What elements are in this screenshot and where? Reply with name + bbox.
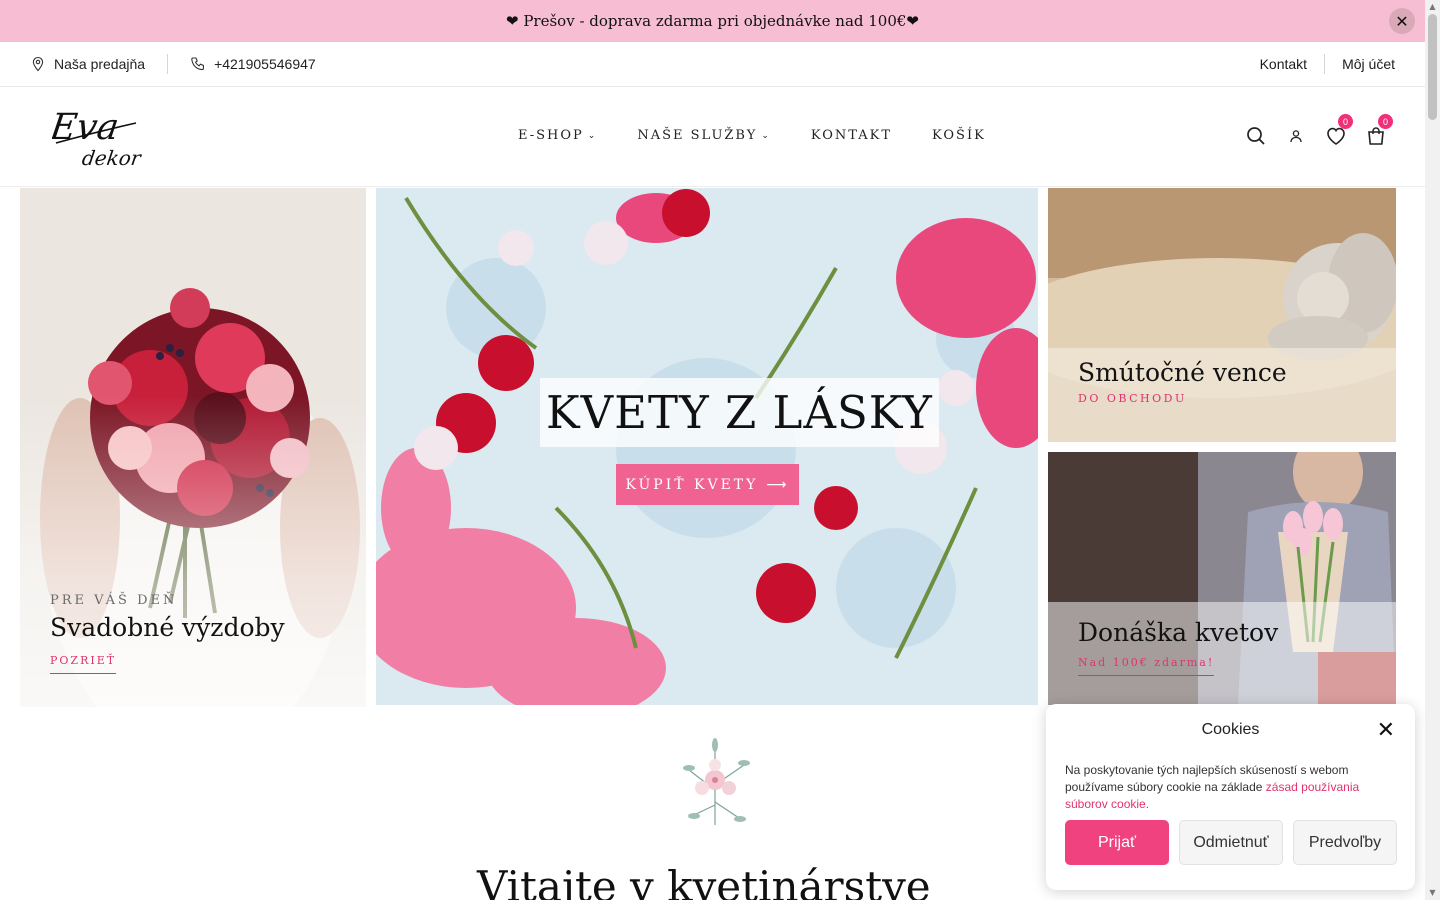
cookie-title: Cookies (1201, 721, 1260, 738)
header-icons: 0 0 (1245, 114, 1393, 147)
cookie-text: Na poskytovanie tých najlepších skúsenos… (1065, 762, 1395, 813)
nav-eshop[interactable]: E-SHOP ⌄ (518, 128, 597, 143)
nav-contact-label: KONTAKT (810, 128, 893, 143)
nav-eshop-label: E-SHOP (518, 128, 584, 143)
close-icon[interactable]: ✕ (1377, 720, 1395, 742)
divider (1324, 54, 1326, 74)
welcome-heading: Vitajte v kvetinárstve (477, 862, 931, 900)
close-icon[interactable]: ✕ (1389, 8, 1415, 34)
wedding-title: Svadobné výzdoby (50, 613, 285, 642)
user-icon[interactable] (1285, 125, 1307, 147)
scrollbar-thumb[interactable] (1428, 14, 1437, 120)
logo[interactable]: Eva dekor (47, 103, 144, 171)
floral-ornament-icon (683, 738, 750, 825)
scroll-down-icon[interactable]: ▼ (1428, 888, 1437, 898)
wishlist-icon[interactable]: 0 (1325, 114, 1353, 147)
chevron-down-icon: ⌄ (587, 130, 598, 141)
scroll-up-icon[interactable]: ▲ (1428, 2, 1437, 12)
hero-title: KVETY Z LÁSKY (546, 386, 933, 439)
decline-cookies-button[interactable]: Odmietnuť (1179, 820, 1283, 865)
promo-text: ❤ Prešov - doprava zdarma pri objednávke… (506, 12, 919, 30)
hero-panel-wedding[interactable]: PRE VÁŠ DEŇ Svadobné výzdoby POZRIEŤ (20, 188, 366, 707)
hero-panel-main: KVETY Z LÁSKY KÚPIŤ KVETY ⟶ (376, 188, 1038, 705)
wishlist-count-badge: 0 (1338, 114, 1353, 129)
store-label: Naša predajňa (54, 56, 146, 72)
promo-bar: ❤ Prešov - doprava zdarma pri objednávke… (0, 0, 1425, 42)
delivery-link[interactable]: Nad 100€ zdarma! (1078, 656, 1215, 676)
divider (167, 54, 169, 74)
main-header: Eva dekor E-SHOP ⌄ NAŠE SLUŽBY ⌄ KONTAKT… (0, 87, 1425, 187)
contact-link[interactable]: Kontakt (1260, 56, 1307, 72)
cookie-dialog: Cookies ✕ Na poskytovanie tých najlepšíc… (1046, 704, 1415, 890)
funeral-link[interactable]: DO OBCHODU (1078, 392, 1187, 405)
store-link[interactable]: Naša predajňa (30, 56, 145, 72)
page-scrollbar[interactable]: ▲ ▼ (1425, 0, 1440, 900)
location-pin-icon (32, 56, 44, 72)
funeral-title: Smútočné vence (1078, 358, 1287, 387)
buy-flowers-label: KÚPIŤ KVETY (625, 476, 759, 493)
cookie-preferences-button[interactable]: Predvoľby (1293, 820, 1397, 865)
buy-flowers-button[interactable]: KÚPIŤ KVETY ⟶ (616, 464, 799, 505)
hero-title-box: KVETY Z LÁSKY (540, 378, 939, 447)
chevron-down-icon: ⌄ (761, 130, 771, 141)
hero-panel-funeral[interactable]: Smútočné vence DO OBCHODU (1048, 188, 1396, 442)
wedding-link[interactable]: POZRIEŤ (50, 654, 117, 674)
nav-cart[interactable]: KOŠÍK (932, 128, 986, 143)
nav-cart-label: KOŠÍK (932, 128, 986, 143)
accept-cookies-button[interactable]: Prijať (1065, 820, 1169, 865)
phone-number: +421905546947 (214, 56, 316, 72)
arrow-right-icon: ⟶ (766, 476, 790, 493)
cookie-buttons: Prijať Odmietnuť Predvoľby (1065, 820, 1397, 865)
hero-panel-delivery[interactable]: Donáška kvetov Nad 100€ zdarma! (1048, 452, 1396, 705)
wedding-eyebrow: PRE VÁŠ DEŇ (50, 593, 178, 608)
account-link[interactable]: Môj účet (1342, 56, 1395, 72)
cart-count-badge: 0 (1378, 114, 1393, 129)
utility-bar: Naša predajňa +421905546947 Kontakt Môj … (0, 42, 1425, 87)
search-icon[interactable] (1245, 125, 1267, 147)
phone-icon (191, 57, 205, 71)
svg-text:dekor: dekor (81, 146, 142, 170)
nav-contact[interactable]: KONTAKT (811, 128, 892, 143)
nav-services[interactable]: NAŠE SLUŽBY ⌄ (637, 128, 771, 143)
main-nav: E-SHOP ⌄ NAŠE SLUŽBY ⌄ KONTAKT KOŠÍK (518, 128, 986, 143)
phone-link[interactable]: +421905546947 (190, 56, 316, 72)
cart-icon[interactable]: 0 (1365, 114, 1393, 147)
delivery-title: Donáška kvetov (1078, 618, 1279, 647)
nav-services-label: NAŠE SLUŽBY (637, 128, 758, 143)
